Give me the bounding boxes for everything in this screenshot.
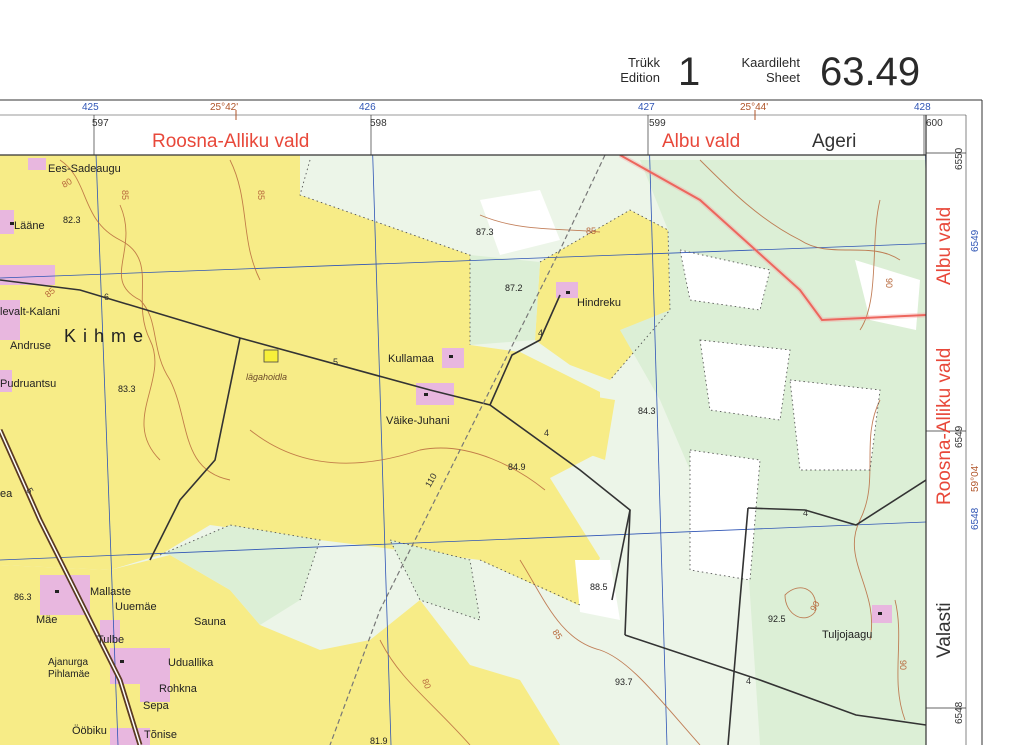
- contour-label: 90: [898, 660, 908, 670]
- place-mae: Mäe: [36, 614, 57, 626]
- place-ees-sadeaugu: Ees-Sadeaugu: [48, 163, 121, 175]
- place-laane: Lääne: [14, 220, 45, 232]
- contour-label: 85: [586, 226, 596, 236]
- place-ajanurga: Ajanurga: [48, 657, 88, 668]
- right-tick-6550: 6550: [954, 147, 965, 170]
- spot-height: 84.9: [508, 462, 526, 472]
- place-sepa: Sepa: [143, 700, 170, 712]
- place-kihme: K i h m e: [64, 326, 144, 346]
- road-number: 4: [544, 428, 549, 438]
- place-pihlamae: Pihlamäe: [48, 669, 90, 680]
- region-roosna-alliku-side: Roosna-Alliku vald: [934, 348, 955, 505]
- region-ageri: Ageri: [812, 131, 856, 152]
- region-albu-side: Albu vald: [934, 207, 955, 285]
- right-latitude: 59°04': [970, 464, 981, 492]
- place-ea: ea: [0, 488, 13, 500]
- place-tulbe: Tulbe: [97, 634, 124, 646]
- place-levalt-kalani: levalt-Kalani: [0, 306, 60, 318]
- spot-height: 87.3: [476, 227, 494, 237]
- right-grid-6548: 6548: [970, 507, 981, 530]
- place-tonise: Tõnise: [144, 729, 177, 741]
- region-roosna-alliku-top: Roosna-Alliku vald: [152, 131, 309, 152]
- place-lagahoidla: lägahoidla: [246, 372, 287, 382]
- right-tick-6548: 6548: [954, 701, 965, 724]
- spot-height: 84.3: [638, 406, 656, 416]
- place-uuemae: Uuemäe: [115, 601, 157, 613]
- place-oobiku: Ööbiku: [72, 725, 107, 737]
- spot-height: 82.3: [63, 215, 81, 225]
- spot-height: 87.2: [505, 283, 523, 293]
- region-valasti: Valasti: [934, 602, 955, 658]
- spot-height: 83.3: [118, 384, 136, 394]
- longitude-1: 25°42': [210, 102, 238, 113]
- topographic-map: 425 426 427 428 25°42' 25°44' 597 598 59…: [0, 99, 983, 745]
- spot-height: 86.3: [14, 592, 32, 602]
- tick-599: 599: [649, 118, 666, 129]
- place-tuljojaagu: Tuljojaagu: [822, 629, 872, 641]
- right-grid-6549: 6549: [970, 229, 981, 252]
- spot-height: 92.5: [768, 614, 786, 624]
- right-tick-6549: 6549: [954, 425, 965, 448]
- place-kullamaa: Kullamaa: [388, 353, 435, 365]
- road-number: 4: [803, 508, 808, 518]
- longitude-2: 25°44': [740, 102, 768, 113]
- place-mallaste: Mallaste: [90, 586, 131, 598]
- grid-km-425: 425: [82, 102, 99, 113]
- road-number: 6: [104, 292, 109, 302]
- place-andruse: Andruse: [10, 340, 51, 352]
- tick-598: 598: [370, 118, 387, 129]
- tick-597: 597: [92, 118, 109, 129]
- road-number: 4: [746, 676, 751, 686]
- road-number: 5: [333, 357, 338, 367]
- grid-km-426: 426: [359, 102, 376, 113]
- spot-height: 88.5: [590, 582, 608, 592]
- tick-600: 600: [926, 118, 943, 129]
- contour-label: 85: [256, 190, 266, 200]
- grid-km-428: 428: [914, 102, 931, 113]
- place-uduallika: Uduallika: [168, 657, 214, 669]
- place-vaike-juhani: Väike-Juhani: [386, 415, 450, 427]
- place-rohkna: Rohkna: [159, 683, 198, 695]
- spot-height: 93.7: [615, 677, 633, 687]
- place-sauna: Sauna: [194, 616, 227, 628]
- spot-height: 81.9: [370, 736, 388, 745]
- contour-label: 85: [120, 190, 130, 200]
- contour-label: 90: [884, 278, 894, 288]
- place-hindreku: Hindreku: [577, 297, 621, 309]
- region-albu-top: Albu vald: [662, 131, 740, 152]
- place-pudruantsu: Pudruantsu: [0, 378, 56, 390]
- grid-km-427: 427: [638, 102, 655, 113]
- road-number: 4: [538, 328, 543, 338]
